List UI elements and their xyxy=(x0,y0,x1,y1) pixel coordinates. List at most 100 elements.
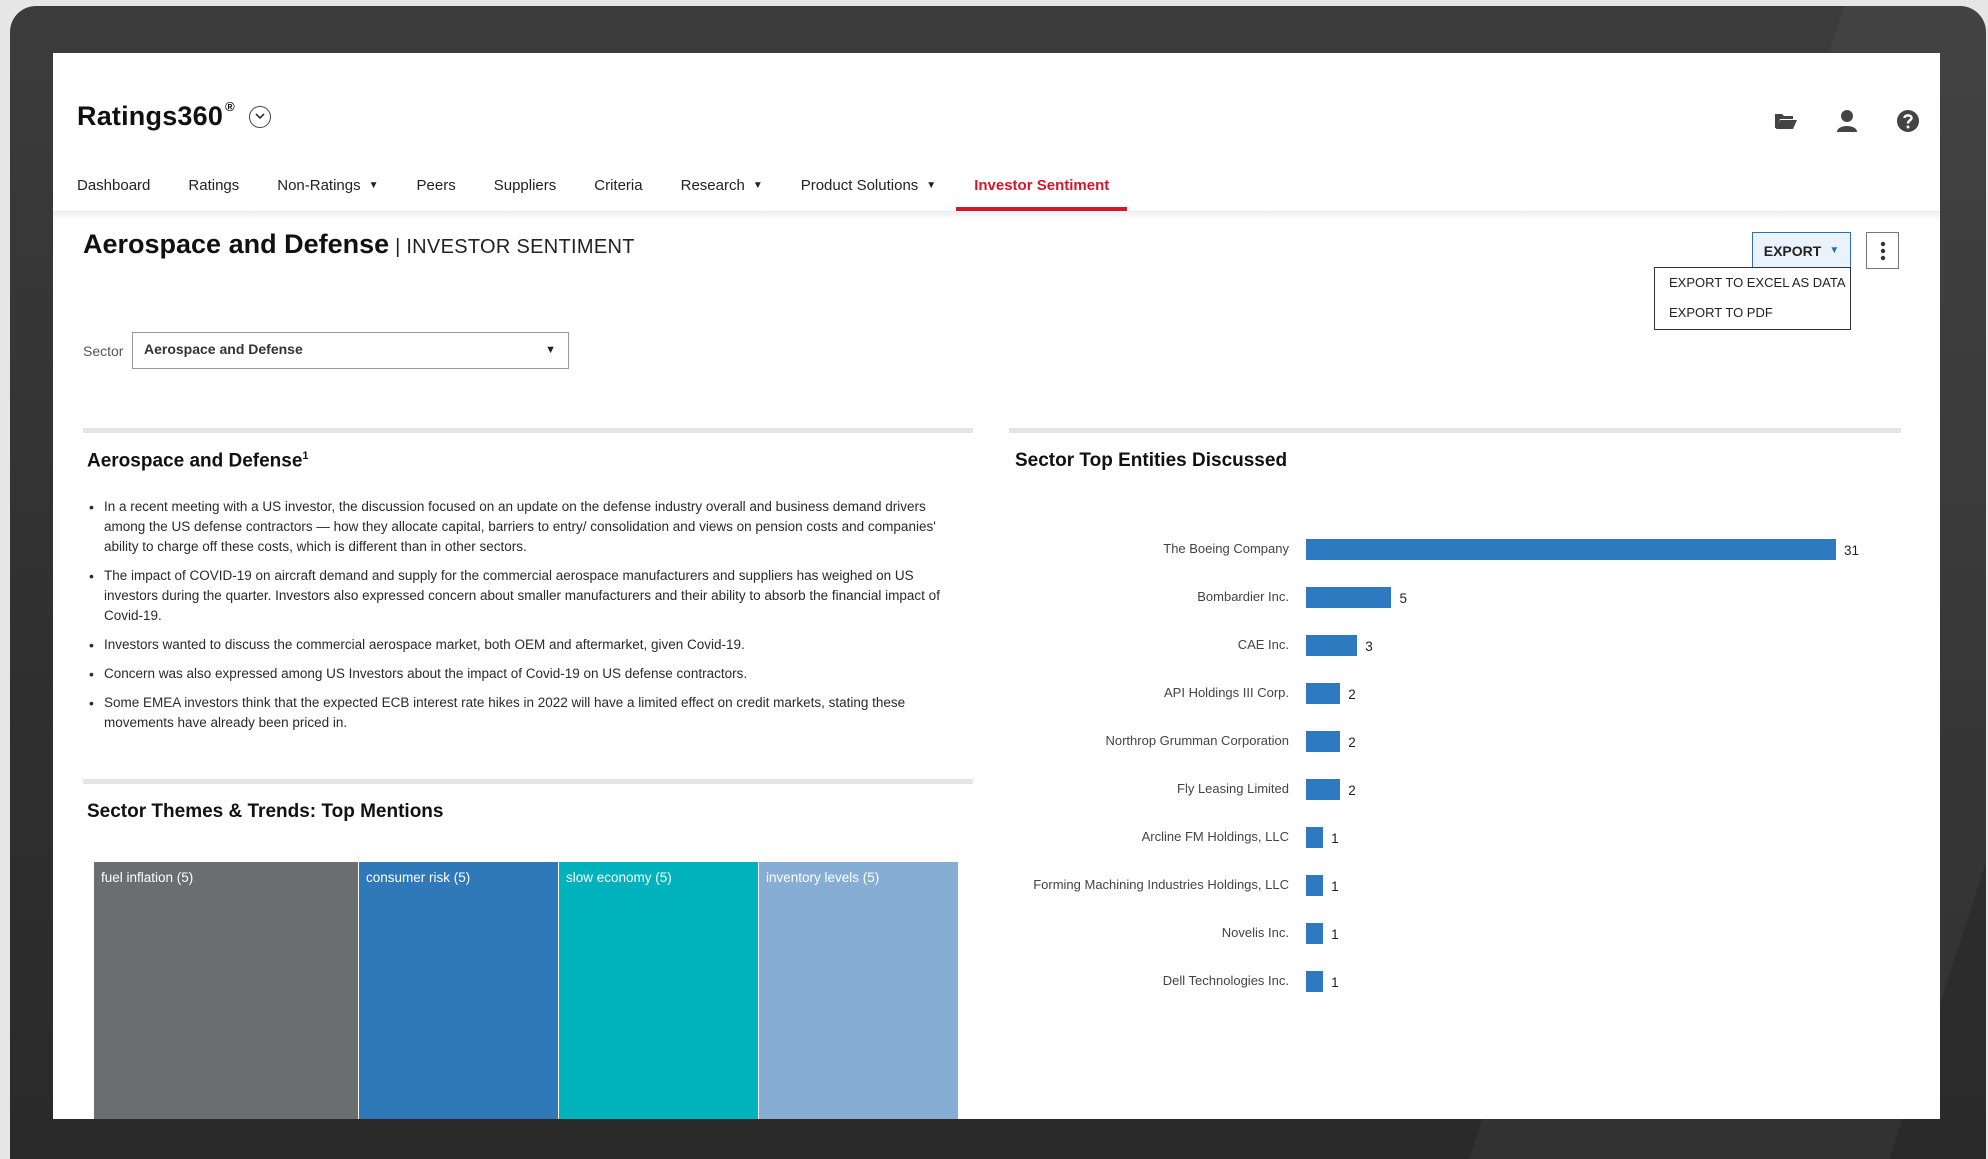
nav-divider xyxy=(53,211,1940,219)
sector-filter-label: Sector xyxy=(83,343,124,359)
summary-bullet-list: In a recent meeting with a US investor, … xyxy=(87,497,947,742)
entities-panel-divider xyxy=(1009,428,1901,433)
nav-peers[interactable]: Peers xyxy=(417,173,456,211)
bar-value-label: 31 xyxy=(1844,543,1860,558)
nav-label: Ratings xyxy=(188,177,240,194)
list-item: In a recent meeting with a US investor, … xyxy=(87,497,947,557)
bar-mark[interactable] xyxy=(1306,971,1324,992)
summary-panel-divider xyxy=(83,428,973,433)
bar-category-label: Dell Technologies Inc. xyxy=(1162,973,1289,988)
caret-down-icon: ▼ xyxy=(752,180,763,191)
bar-mark[interactable] xyxy=(1306,635,1358,656)
menu-item-export-excel[interactable]: EXPORT TO EXCEL AS DATA xyxy=(1669,274,1850,304)
bar-mark[interactable] xyxy=(1306,587,1392,608)
treemap-tile-consumer-risk[interactable]: consumer risk (5) xyxy=(359,862,560,1119)
page-title-main: Aerospace and Defense xyxy=(83,229,390,259)
title-separator: | xyxy=(395,236,401,258)
tile-label: slow economy (5) xyxy=(566,870,672,885)
list-item: Investors wanted to discuss the commerci… xyxy=(87,635,947,655)
caret-down-icon: ▼ xyxy=(926,180,937,191)
list-item: Some EMEA investors think that the expec… xyxy=(87,693,947,733)
caret-down-icon: ▼ xyxy=(545,344,556,356)
bar-mark[interactable] xyxy=(1306,683,1341,704)
nav-non-ratings[interactable]: Non-Ratings ▼ xyxy=(277,173,378,211)
tile-label: inventory levels (5) xyxy=(766,870,880,885)
nav-label: Research xyxy=(680,177,745,194)
header-actions xyxy=(1774,109,1920,133)
caret-down-icon: ▼ xyxy=(368,180,379,191)
app-screen: Ratings360 ® Dashboard Ratings Non-Rating… xyxy=(53,53,1940,1119)
bar-value-label: 1 xyxy=(1331,927,1339,942)
main-nav: Dashboard Ratings Non-Ratings ▼ Peers Sup… xyxy=(77,173,1165,211)
treemap-tile-inventory-levels[interactable]: inventory levels (5) xyxy=(759,862,959,1119)
bar-mark[interactable] xyxy=(1306,779,1341,800)
app-header: Ratings360 ® xyxy=(77,99,271,132)
entities-chart-title: Sector Top Entities Discussed xyxy=(1015,450,1288,471)
bar-category-label: Forming Machining Industries Holdings, L… xyxy=(1033,877,1289,892)
bar-mark[interactable] xyxy=(1306,731,1341,752)
nav-ratings[interactable]: Ratings xyxy=(188,173,239,211)
bar-category-label: Bombardier Inc. xyxy=(1197,589,1289,604)
kebab-icon xyxy=(1880,241,1885,260)
themes-panel-divider xyxy=(83,779,973,784)
folder-open-icon[interactable] xyxy=(1774,111,1798,131)
bar-category-label: Novelis Inc. xyxy=(1221,925,1289,940)
page-title: Aerospace and Defense | INVESTOR SENTIME… xyxy=(83,229,635,260)
bar-value-label: 2 xyxy=(1348,687,1356,702)
user-icon[interactable] xyxy=(1836,109,1858,133)
bar-value-label: 1 xyxy=(1331,831,1339,846)
bar-category-label: Northrop Grumman Corporation xyxy=(1105,733,1289,748)
nav-label: Suppliers xyxy=(493,177,557,194)
chevron-down-icon[interactable] xyxy=(248,105,271,128)
nav-label: Criteria xyxy=(594,177,643,194)
bar-mark[interactable] xyxy=(1306,875,1324,896)
export-button[interactable]: EXPORT ▼ xyxy=(1752,232,1851,269)
nav-label: Product Solutions xyxy=(800,177,919,194)
nav-investor-sentiment[interactable]: Investor Sentiment xyxy=(956,173,1128,211)
bar-mark[interactable] xyxy=(1306,827,1324,848)
page-subtitle: INVESTOR SENTIMENT xyxy=(406,236,635,258)
sector-select[interactable]: Aerospace and Defense ▼ xyxy=(132,332,569,369)
list-item: The impact of COVID-19 on aircraft deman… xyxy=(87,566,947,626)
nav-suppliers[interactable]: Suppliers xyxy=(494,173,557,211)
bar-category-label: Fly Leasing Limited xyxy=(1177,781,1289,796)
nav-label: Peers xyxy=(416,177,456,194)
treemap-tile-slow-economy[interactable]: slow economy (5) xyxy=(559,862,759,1119)
bar-category-label: CAE Inc. xyxy=(1237,637,1289,652)
bar-value-label: 2 xyxy=(1348,735,1356,750)
treemap-tile-fuel-inflation[interactable]: fuel inflation (5) xyxy=(94,862,360,1119)
summary-panel-title: Aerospace and Defense1 xyxy=(87,450,309,472)
nav-product-solutions[interactable]: Product Solutions ▼ xyxy=(801,173,936,211)
nav-dashboard[interactable]: Dashboard xyxy=(77,173,150,211)
nav-research[interactable]: Research ▼ xyxy=(681,173,763,211)
nav-label: Dashboard xyxy=(77,177,151,194)
more-options-button[interactable] xyxy=(1866,232,1899,269)
themes-panel-title: Sector Themes & Trends: Top Mentions xyxy=(87,801,444,822)
nav-label: Investor Sentiment xyxy=(974,177,1110,194)
export-label: EXPORT xyxy=(1763,242,1822,259)
nav-label: Non-Ratings xyxy=(277,177,361,194)
summary-title-text: Aerospace and Defense xyxy=(87,450,303,472)
bar-value-label: 3 xyxy=(1365,639,1373,654)
registered-mark: ® xyxy=(225,99,235,114)
bar-mark[interactable] xyxy=(1306,539,1836,560)
export-menu: EXPORT TO EXCEL AS DATA EXPORT TO PDF xyxy=(1654,267,1851,330)
bar-value-label: 2 xyxy=(1348,783,1356,798)
bar-value-label: 5 xyxy=(1399,591,1407,606)
help-icon[interactable] xyxy=(1896,109,1920,133)
app-logo[interactable]: Ratings360 ® xyxy=(77,99,235,132)
bar-mark[interactable] xyxy=(1306,923,1324,944)
sector-select-value: Aerospace and Defense xyxy=(144,341,303,357)
menu-item-export-pdf[interactable]: EXPORT TO PDF xyxy=(1669,304,1850,334)
list-item: Concern was also expressed among US Inve… xyxy=(87,664,947,684)
bar-value-label: 1 xyxy=(1331,975,1339,990)
nav-criteria[interactable]: Criteria xyxy=(594,173,642,211)
bar-category-label: Arcline FM Holdings, LLC xyxy=(1141,829,1289,844)
tile-label: fuel inflation (5) xyxy=(101,870,194,885)
footnote-marker: 1 xyxy=(302,450,309,462)
bar-value-label: 1 xyxy=(1331,879,1339,894)
bar-category-label: API Holdings III Corp. xyxy=(1164,685,1289,700)
themes-treemap: fuel inflation (5) consumer risk (5) slo… xyxy=(94,862,959,1119)
caret-down-icon: ▼ xyxy=(1829,245,1840,256)
app-logo-text: Ratings360 xyxy=(77,101,224,131)
